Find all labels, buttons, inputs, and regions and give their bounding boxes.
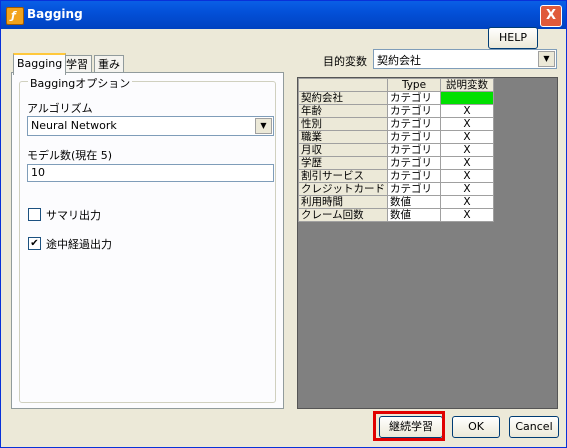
progress-output-label: 途中経過出力 bbox=[46, 238, 112, 251]
table-header-row: Type 説明変数 bbox=[298, 78, 494, 92]
model-count-input[interactable]: 10 bbox=[27, 164, 274, 182]
window-title: Bagging bbox=[27, 7, 83, 21]
row-name: 利用時間 bbox=[298, 195, 388, 209]
corner-cell bbox=[298, 78, 388, 92]
row-type[interactable]: カテゴリ bbox=[387, 156, 441, 170]
cancel-button[interactable]: Cancel bbox=[509, 416, 559, 438]
title-bar[interactable]: ƒ Bagging X bbox=[1, 1, 566, 29]
highlight-box bbox=[373, 411, 445, 441]
column-header-explanatory[interactable]: 説明変数 bbox=[440, 78, 494, 92]
row-type[interactable]: カテゴリ bbox=[387, 182, 441, 196]
row-flag[interactable]: X bbox=[440, 208, 494, 222]
table-row[interactable]: 割引サービス カテゴリ X bbox=[298, 169, 494, 183]
row-type[interactable]: 数値 bbox=[387, 195, 441, 209]
row-flag[interactable]: X bbox=[440, 156, 494, 170]
row-flag[interactable] bbox=[440, 91, 494, 105]
model-count-value: 10 bbox=[31, 166, 45, 179]
table-row[interactable]: 利用時間 数値 X bbox=[298, 195, 494, 209]
help-button[interactable]: HELP bbox=[488, 27, 538, 49]
row-flag[interactable]: X bbox=[440, 104, 494, 118]
table-row[interactable]: 年齢 カテゴリ X bbox=[298, 104, 494, 118]
chevron-down-icon[interactable]: ▼ bbox=[538, 51, 555, 67]
table-row[interactable]: 性別 カテゴリ X bbox=[298, 117, 494, 131]
row-name: クレジットカード bbox=[298, 182, 388, 196]
table-row[interactable]: 学歴 カテゴリ X bbox=[298, 156, 494, 170]
close-button[interactable]: X bbox=[540, 5, 562, 27]
variables-table: Type 説明変数 契約会社 カテゴリ 年齢 カテゴリ X 性別 カテゴリ X … bbox=[298, 78, 494, 222]
row-type[interactable]: カテゴリ bbox=[387, 143, 441, 157]
bagging-tab-panel: Baggingオプション アルゴリズム Neural Network ▼ モデル… bbox=[11, 72, 284, 409]
group-legend: Baggingオプション bbox=[28, 75, 133, 91]
row-name: 月収 bbox=[298, 143, 388, 157]
row-type[interactable]: カテゴリ bbox=[387, 169, 441, 183]
row-type[interactable]: カテゴリ bbox=[387, 130, 441, 144]
row-type[interactable]: カテゴリ bbox=[387, 104, 441, 118]
table-row[interactable]: クレジットカード カテゴリ X bbox=[298, 182, 494, 196]
summary-output-checkbox[interactable] bbox=[28, 208, 41, 221]
algorithm-select[interactable]: Neural Network ▼ bbox=[27, 116, 274, 136]
row-name: クレーム回数 bbox=[298, 208, 388, 222]
row-flag[interactable]: X bbox=[440, 182, 494, 196]
row-type[interactable]: カテゴリ bbox=[387, 117, 441, 131]
progress-output-checkbox[interactable]: ✔ bbox=[28, 237, 41, 250]
tab-bagging[interactable]: Bagging bbox=[13, 53, 67, 75]
row-name: 学歴 bbox=[298, 156, 388, 170]
row-flag[interactable]: X bbox=[440, 117, 494, 131]
bagging-dialog: ƒ Bagging X HELP 目的変数 契約会社 ▼ Bagging 学習 … bbox=[0, 0, 567, 448]
variables-grid[interactable]: Type 説明変数 契約会社 カテゴリ 年齢 カテゴリ X 性別 カテゴリ X … bbox=[297, 77, 558, 409]
row-flag[interactable]: X bbox=[440, 130, 494, 144]
row-name: 契約会社 bbox=[298, 91, 388, 105]
target-variable-select[interactable]: 契約会社 ▼ bbox=[373, 49, 557, 69]
tab-weights[interactable]: 重み bbox=[94, 55, 124, 73]
model-count-label: モデル数(現在 5) bbox=[27, 149, 113, 162]
chevron-down-icon[interactable]: ▼ bbox=[255, 118, 272, 134]
table-row[interactable]: 職業 カテゴリ X bbox=[298, 130, 494, 144]
table-row[interactable]: 月収 カテゴリ X bbox=[298, 143, 494, 157]
check-mark-icon: ✔ bbox=[30, 238, 39, 249]
bagging-options-group: Baggingオプション アルゴリズム Neural Network ▼ モデル… bbox=[19, 75, 276, 403]
tab-learning[interactable]: 学習 bbox=[62, 55, 92, 73]
algorithm-label: アルゴリズム bbox=[27, 102, 93, 115]
algorithm-value: Neural Network bbox=[31, 119, 117, 132]
row-name: 年齢 bbox=[298, 104, 388, 118]
target-variable-value: 契約会社 bbox=[377, 54, 421, 67]
row-flag[interactable]: X bbox=[440, 169, 494, 183]
row-name: 割引サービス bbox=[298, 169, 388, 183]
table-row[interactable]: クレーム回数 数値 X bbox=[298, 208, 494, 222]
target-variable-label: 目的変数 bbox=[323, 55, 367, 68]
row-type[interactable]: 数値 bbox=[387, 208, 441, 222]
app-icon: ƒ bbox=[6, 7, 24, 25]
row-name: 職業 bbox=[298, 130, 388, 144]
column-header-type[interactable]: Type bbox=[387, 78, 441, 92]
row-flag[interactable]: X bbox=[440, 195, 494, 209]
summary-output-label: サマリ出力 bbox=[46, 209, 101, 222]
table-row[interactable]: 契約会社 カテゴリ bbox=[298, 91, 494, 105]
row-flag[interactable]: X bbox=[440, 143, 494, 157]
row-type[interactable]: カテゴリ bbox=[387, 91, 441, 105]
row-name: 性別 bbox=[298, 117, 388, 131]
ok-button[interactable]: OK bbox=[452, 416, 500, 438]
